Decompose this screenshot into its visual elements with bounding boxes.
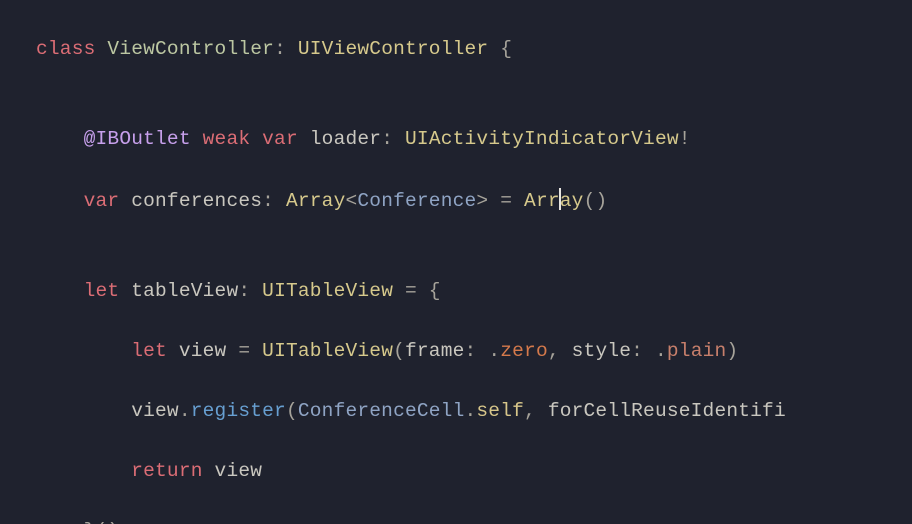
type-array-init-post: ay <box>560 190 584 212</box>
equals-brace: = { <box>393 280 441 302</box>
paren-open: ( <box>393 340 405 362</box>
dot: . <box>488 340 500 362</box>
brace-close-call: }() <box>84 520 120 524</box>
keyword-weak: weak <box>203 128 251 150</box>
code-line: @IBOutlet weak var loader: UIActivityInd… <box>0 124 912 154</box>
type-viewcontroller: ViewController <box>107 38 274 60</box>
keyword-let: let <box>131 340 167 362</box>
colon: : <box>274 38 286 60</box>
type-array: Array <box>286 190 346 212</box>
brace-open: { <box>488 38 512 60</box>
colon: : <box>262 190 274 212</box>
identifier-view: view <box>167 340 227 362</box>
colon: : <box>381 128 393 150</box>
colon: : <box>238 280 250 302</box>
type-uiactivityindicatorview: UIActivityIndicatorView <box>405 128 679 150</box>
keyword-self: self <box>476 400 524 422</box>
dot: . <box>179 400 191 422</box>
equals: = <box>226 340 262 362</box>
identifier-conferences: conferences <box>119 190 262 212</box>
parens: () <box>584 190 608 212</box>
code-line: let tableView: UITableView = { <box>0 276 912 306</box>
keyword-class: class <box>36 38 96 60</box>
type-uitableview: UITableView <box>262 340 393 362</box>
arg-forcellreuseidentifier: forCellReuseIdentifi <box>548 400 786 422</box>
arg-frame: frame <box>405 340 465 362</box>
type-conferencecell: ConferenceCell <box>298 400 465 422</box>
code-line: view.register(ConferenceCell.self, forCe… <box>0 396 912 426</box>
paren-close: ) <box>726 340 738 362</box>
code-editor[interactable]: class ViewController: UIViewController {… <box>0 0 912 524</box>
angle-close: > <box>476 190 488 212</box>
type-uitableview: UITableView <box>262 280 393 302</box>
keyword-return: return <box>131 460 202 482</box>
code-line: return view <box>0 456 912 486</box>
paren-open: ( <box>286 400 298 422</box>
code-line: class ViewController: UIViewController { <box>0 34 912 64</box>
type-conference: Conference <box>357 190 476 212</box>
dot: . <box>465 400 477 422</box>
comma: , <box>548 340 572 362</box>
identifier-tableview: tableView <box>119 280 238 302</box>
code-line: }() <box>0 516 912 524</box>
code-line: let view = UITableView(frame: .zero, sty… <box>0 336 912 366</box>
type-uiviewcontroller: UIViewController <box>298 38 488 60</box>
keyword-let: let <box>84 280 120 302</box>
code-line: var conferences: Array<Conference> = Arr… <box>0 184 912 216</box>
identifier-view: view <box>203 460 263 482</box>
value-plain: plain <box>667 340 727 362</box>
attr-iboutlet: @IBOutlet <box>84 128 191 150</box>
text-caret <box>559 188 561 210</box>
identifier-view: view <box>131 400 179 422</box>
identifier-loader: loader <box>298 128 381 150</box>
type-array-init-pre: Arr <box>524 190 560 212</box>
comma: , <box>524 400 548 422</box>
dot: . <box>655 340 667 362</box>
keyword-var: var <box>262 128 298 150</box>
bang: ! <box>679 128 691 150</box>
keyword-var: var <box>84 190 120 212</box>
colon: : <box>465 340 489 362</box>
equals: = <box>488 190 524 212</box>
arg-style: style <box>572 340 632 362</box>
value-zero: zero <box>500 340 548 362</box>
angle-open: < <box>345 190 357 212</box>
colon: : <box>631 340 655 362</box>
method-register: register <box>191 400 286 422</box>
